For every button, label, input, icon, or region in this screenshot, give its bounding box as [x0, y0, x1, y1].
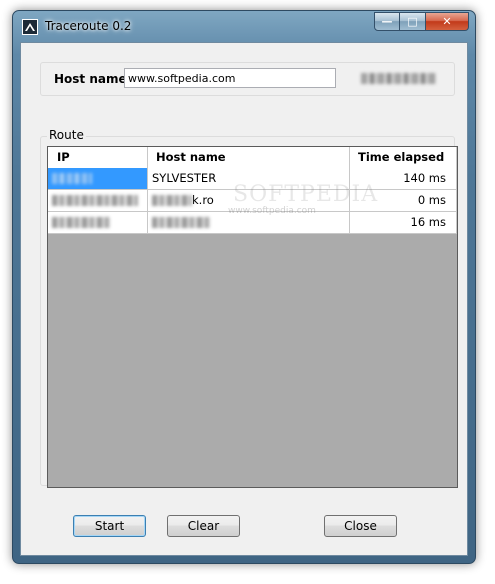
time-text: 0 ms: [417, 193, 446, 207]
redacted-ip: [52, 217, 110, 228]
minimize-button[interactable]: —: [374, 12, 400, 31]
dialog-client-area: Host name Route IP Host name Time elapse…: [20, 42, 468, 556]
ip-cell[interactable]: [48, 190, 148, 212]
minimize-icon: —: [381, 15, 393, 28]
host-name-input[interactable]: [124, 68, 336, 88]
app-logo-icon: [25, 23, 35, 31]
close-button[interactable]: Close: [324, 515, 397, 537]
time-cell[interactable]: 140 ms: [350, 168, 457, 190]
route-group-label: Route: [47, 128, 86, 142]
table-header: IP Host name Time elapsed: [48, 147, 457, 169]
host-text: SYLVESTER: [152, 171, 217, 185]
route-table[interactable]: IP Host name Time elapsed SYLVESTER 140 …: [47, 146, 458, 488]
redacted-ip: [52, 195, 138, 206]
app-window: Traceroute 0.2 — □ ✕ Host name Route IP …: [12, 10, 476, 564]
column-header-host-name[interactable]: Host name: [148, 147, 350, 168]
app-icon[interactable]: [22, 19, 38, 35]
time-cell[interactable]: 16 ms: [350, 212, 457, 234]
ip-cell[interactable]: [48, 212, 148, 234]
table-row[interactable]: 16 ms: [48, 212, 457, 234]
host-text: k.ro: [192, 193, 214, 207]
clear-button[interactable]: Clear: [167, 515, 240, 537]
window-title: Traceroute 0.2: [45, 19, 132, 33]
column-header-ip[interactable]: IP: [48, 147, 148, 168]
time-text: 16 ms: [410, 215, 446, 229]
title-bar[interactable]: Traceroute 0.2 — □ ✕: [13, 11, 475, 43]
resolved-ip-redacted: [361, 73, 436, 84]
host-group: Host name: [40, 62, 455, 96]
redacted-host: [152, 217, 210, 228]
time-text: 140 ms: [403, 171, 446, 185]
time-cell[interactable]: 0 ms: [350, 190, 457, 212]
maximize-icon: □: [407, 15, 418, 28]
host-cell[interactable]: [148, 212, 350, 234]
ip-cell[interactable]: [48, 168, 148, 190]
close-icon: ✕: [442, 15, 452, 28]
table-row[interactable]: k.ro 0 ms: [48, 190, 457, 212]
host-cell[interactable]: k.ro: [148, 190, 350, 212]
column-header-time-elapsed[interactable]: Time elapsed: [350, 147, 457, 168]
caption-buttons: — □ ✕: [374, 12, 469, 32]
host-cell[interactable]: SYLVESTER: [148, 168, 350, 190]
table-row[interactable]: SYLVESTER 140 ms: [48, 168, 457, 190]
maximize-button[interactable]: □: [400, 12, 426, 31]
host-name-label: Host name: [54, 72, 127, 86]
close-window-button[interactable]: ✕: [426, 12, 469, 31]
redacted-host: [152, 195, 192, 206]
redacted-ip: [52, 173, 92, 184]
start-button[interactable]: Start: [73, 515, 146, 537]
